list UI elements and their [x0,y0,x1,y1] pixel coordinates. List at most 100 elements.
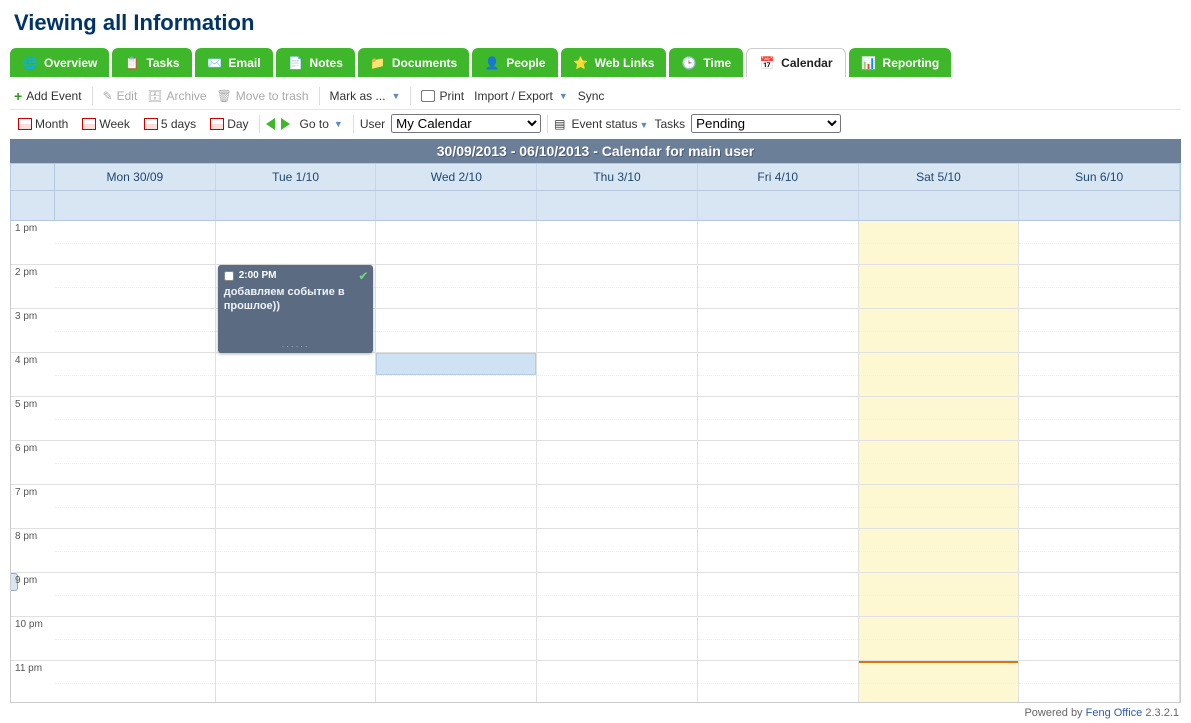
hour-cell[interactable] [859,617,1019,661]
hour-cell[interactable] [859,529,1019,573]
day-head-thu[interactable]: Thu 3/10 [537,164,698,190]
resize-handle[interactable]: ······ [218,342,374,351]
hour-cell[interactable] [376,617,536,661]
hour-cell[interactable] [537,221,697,265]
move-trash-button[interactable]: 🗑Move to trash [217,89,309,103]
day-column[interactable] [537,221,698,703]
hour-cell[interactable] [376,221,536,265]
hour-cell[interactable] [1019,661,1179,703]
mark-as-dropdown[interactable]: Mark as ...▼ [330,89,401,103]
hour-cell[interactable] [216,353,376,397]
hour-cell[interactable] [698,221,858,265]
hour-cell[interactable] [55,617,215,661]
allday-cell[interactable] [859,191,1020,220]
tab-people[interactable]: 👤People [472,48,557,77]
hour-cell[interactable] [537,617,697,661]
hour-cell[interactable] [698,485,858,529]
tab-tasks[interactable]: 📋Tasks [112,48,191,77]
tab-calendar[interactable]: 📅Calendar [746,48,845,77]
day-head-wed[interactable]: Wed 2/10 [376,164,537,190]
hour-cell[interactable] [216,221,376,265]
archive-button[interactable]: 🗄Archive [147,89,206,103]
hour-cell[interactable] [859,309,1019,353]
day-column[interactable] [376,221,537,703]
hour-cell[interactable] [698,309,858,353]
hour-cell[interactable] [376,309,536,353]
hour-cell[interactable] [859,221,1019,265]
day-head-tue[interactable]: Tue 1/10 [216,164,377,190]
hour-cell[interactable] [537,265,697,309]
hour-cell[interactable] [1019,573,1179,617]
hour-cell[interactable] [859,397,1019,441]
tab-time[interactable]: 🕒Time [669,48,743,77]
hour-cell[interactable] [376,661,536,703]
import-export-dropdown[interactable]: Import / Export▼ [474,89,568,103]
hour-cell[interactable] [537,353,697,397]
hour-cell[interactable] [1019,309,1179,353]
allday-cell[interactable] [216,191,377,220]
hour-cell[interactable] [55,485,215,529]
day-column[interactable] [55,221,216,703]
week-view-button[interactable]: Week [78,115,133,133]
hour-cell[interactable] [1019,265,1179,309]
hour-cell[interactable] [537,309,697,353]
day-head-fri[interactable]: Fri 4/10 [698,164,859,190]
hour-cell[interactable] [1019,353,1179,397]
five-days-view-button[interactable]: 5 days [140,115,200,133]
hour-cell[interactable] [376,397,536,441]
hour-cell[interactable] [376,529,536,573]
hour-cell[interactable] [216,441,376,485]
hour-cell[interactable] [537,397,697,441]
allday-cell[interactable] [698,191,859,220]
hour-cell[interactable] [376,485,536,529]
tab-email[interactable]: ✉️Email [195,48,273,77]
hour-cell[interactable] [216,397,376,441]
hour-cell[interactable] [216,529,376,573]
hour-cell[interactable] [55,353,215,397]
hour-cell[interactable] [698,661,858,703]
tab-overview[interactable]: 🌐Overview [10,48,109,77]
allday-cell[interactable] [1019,191,1180,220]
day-column[interactable] [698,221,859,703]
add-event-button[interactable]: +Add Event [14,88,82,104]
tab-reporting[interactable]: 📊Reporting [849,48,952,77]
allday-cell[interactable] [55,191,216,220]
hour-cell[interactable] [537,485,697,529]
hour-cell[interactable] [216,617,376,661]
day-column[interactable] [859,221,1020,703]
hour-cell[interactable] [537,573,697,617]
hour-cell[interactable] [216,485,376,529]
hour-cell[interactable] [55,661,215,703]
hour-cell[interactable] [1019,529,1179,573]
hour-cell[interactable] [859,573,1019,617]
hour-cell[interactable] [698,441,858,485]
hour-cell[interactable] [859,661,1019,703]
feng-office-link[interactable]: Feng Office [1086,707,1143,719]
hour-cell[interactable] [859,441,1019,485]
hour-cell[interactable] [1019,397,1179,441]
hour-cell[interactable] [1019,441,1179,485]
tab-notes[interactable]: 📄Notes [276,48,355,77]
calendar-event[interactable]: 2:00 PM✔добавляем событие в прошлое))···… [218,265,374,353]
tasks-select[interactable]: Pending [691,114,841,133]
prev-week-button[interactable] [266,118,275,130]
hour-cell[interactable] [859,485,1019,529]
hour-cell[interactable] [859,353,1019,397]
hour-cell[interactable] [698,529,858,573]
month-view-button[interactable]: Month [14,115,72,133]
checkbox-icon[interactable] [224,271,234,281]
hour-cell[interactable] [537,441,697,485]
hour-cell[interactable] [698,397,858,441]
hour-cell[interactable] [698,573,858,617]
hour-cell[interactable] [698,265,858,309]
day-column[interactable] [1019,221,1180,703]
day-view-button[interactable]: Day [206,115,252,133]
hour-cell[interactable] [55,529,215,573]
hour-cell[interactable] [537,529,697,573]
next-week-button[interactable] [281,118,290,130]
hour-cell[interactable] [1019,617,1179,661]
hour-cell[interactable] [216,573,376,617]
hour-cell[interactable] [698,353,858,397]
hour-cell[interactable] [55,573,215,617]
selected-slot[interactable] [376,353,536,375]
